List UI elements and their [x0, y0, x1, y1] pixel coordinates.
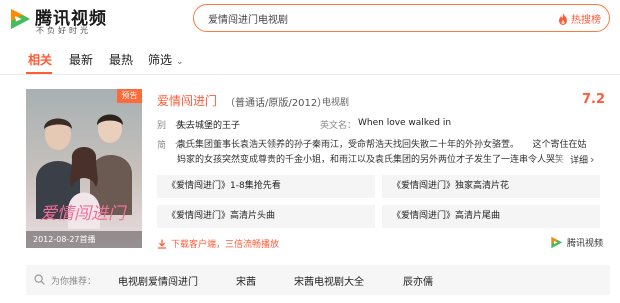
- result-type: 电视剧: [322, 98, 350, 108]
- tab-filter[interactable]: 筛选 ⌄: [148, 51, 184, 68]
- active-tab-indicator: [26, 72, 52, 74]
- description-line-1: 袁氏集团董事长袁浩天领养的孙子秦雨江，受命帮浩天找回失散二十年的外孙女骆萱。 这…: [177, 140, 587, 150]
- description-line-2: 妈家的女孩突然变成尊贵的千金小姐，和雨江以及袁氏集团的另外两位才子发生了一连串令…: [177, 155, 565, 165]
- recommend-bar: 为你推荐： 电视剧爱情闯进门 宋茜 宋茜电视剧大全 辰亦儒: [26, 265, 610, 295]
- video-button[interactable]: 《爱情闯进门》1-8集抢先看: [157, 175, 375, 198]
- download-client-link[interactable]: 下载客户端，三倍流畅播放: [157, 237, 279, 250]
- recommend-label: 为你推荐：: [51, 277, 97, 287]
- poster-title-art: 爱情闯进门: [40, 204, 127, 224]
- description-text: 袁氏集团董事长袁浩天领养的孙子秦雨江，受命帮浩天找回失散二十年的外孙女骆萱。 这…: [177, 138, 597, 168]
- tab-latest[interactable]: 最新: [69, 51, 93, 68]
- alias-value: 失去城堡的王子: [177, 121, 241, 131]
- download-label: 下载客户端，三倍流畅播放: [171, 240, 280, 250]
- result-subtitle: （普通话/原版/2012）: [225, 98, 328, 109]
- recommend-link[interactable]: 电视剧爱情闯进门: [118, 273, 198, 288]
- brand-slogan: 不负好时光: [36, 26, 91, 35]
- hot-search-button[interactable]: 热搜榜: [558, 10, 601, 27]
- video-button[interactable]: 《爱情闯进门》独家高清片花: [382, 175, 600, 198]
- source-platform: 腾讯视频: [550, 236, 603, 249]
- filter-tabs: 相关 最新 最热 筛选 ⌄: [0, 43, 620, 75]
- poster-premiere-date: 2012-08-27首播: [33, 235, 96, 244]
- tab-related[interactable]: 相关: [28, 51, 52, 68]
- tencent-video-logo[interactable]: [8, 7, 32, 31]
- result-title[interactable]: 爱情闯进门: [157, 92, 217, 109]
- tab-hottest[interactable]: 最热: [109, 51, 133, 68]
- result-score: 7.2: [582, 92, 606, 107]
- download-icon: [158, 239, 166, 249]
- detail-link-label: 详细: [570, 156, 589, 166]
- header: 腾讯视频 不负好时光 热搜榜: [0, 0, 620, 38]
- source-label: 腾讯视频: [567, 239, 604, 249]
- poster-art: 爱情闯进门: [26, 89, 142, 248]
- hot-search-label: 热搜榜: [571, 15, 601, 26]
- preview-badge: 预告: [117, 89, 142, 103]
- english-name-label: 英文名：: [320, 121, 357, 131]
- chevron-right-icon: ›: [590, 153, 595, 166]
- search-icon: [34, 274, 45, 285]
- search-box: 热搜榜: [193, 4, 610, 32]
- english-name-value: When love walked in: [358, 118, 452, 128]
- poster-image[interactable]: 爱情闯进门: [26, 89, 142, 248]
- recommend-link[interactable]: 宋茜电视剧大全: [294, 273, 364, 288]
- search-input[interactable]: [208, 10, 508, 27]
- recommend-link[interactable]: 辰亦儒: [403, 273, 433, 288]
- video-button[interactable]: 《爱情闯进门》高清片尾曲: [382, 205, 600, 228]
- tab-filter-label: 筛选: [148, 53, 173, 67]
- detail-link[interactable]: 详细 ›: [570, 153, 594, 166]
- video-button[interactable]: 《爱情闯进门》高清片头曲: [157, 205, 375, 228]
- recommend-link[interactable]: 宋茜: [236, 273, 256, 288]
- chevron-down-icon: ⌄: [176, 57, 184, 67]
- fire-icon: [559, 12, 567, 25]
- tencent-video-small-logo: [551, 236, 563, 249]
